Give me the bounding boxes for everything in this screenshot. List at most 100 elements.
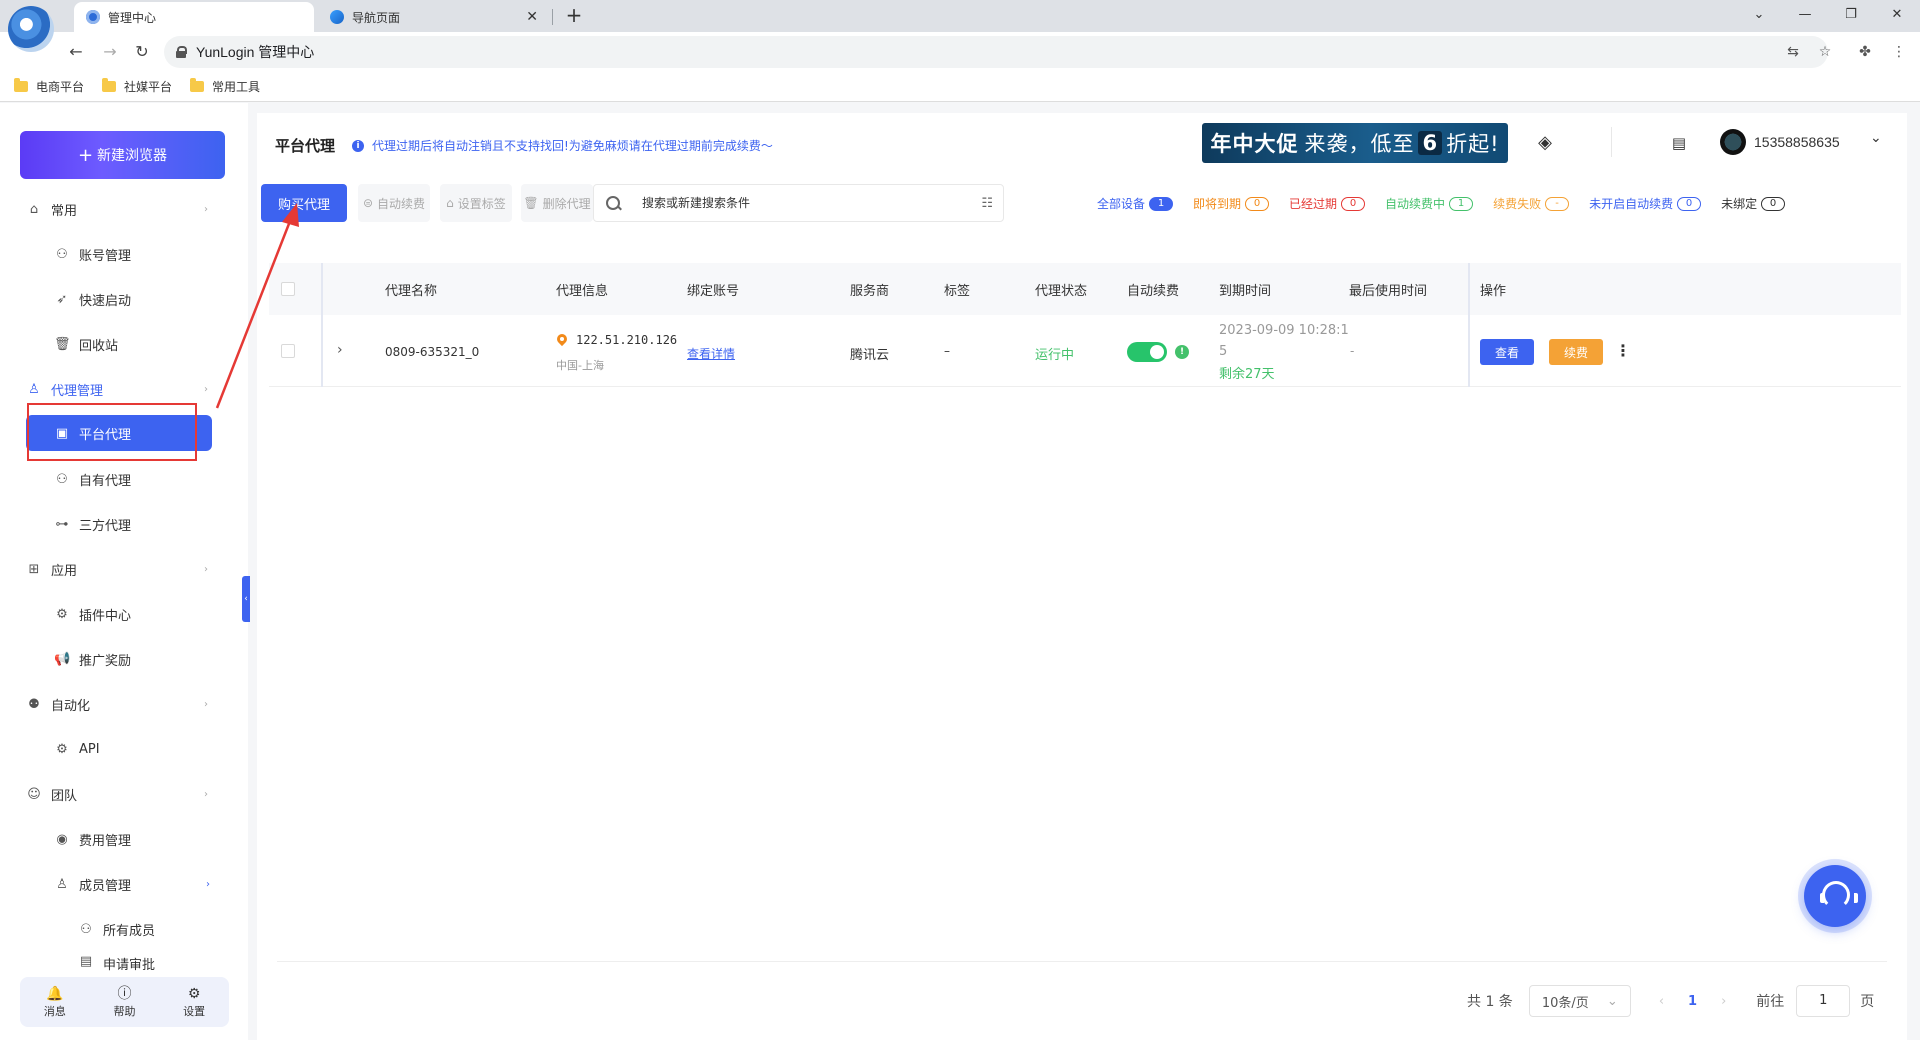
avatar[interactable] bbox=[1720, 129, 1746, 155]
prev-page-icon[interactable]: ‹ bbox=[1659, 994, 1664, 1009]
expand-row-chevron-icon[interactable]: › bbox=[337, 342, 343, 358]
sidebar-item-promotion-rewards[interactable]: 📢 推广奖励 bbox=[54, 639, 214, 679]
reload-button[interactable]: ↻ bbox=[130, 40, 154, 64]
proxy-region: 中国-上海 bbox=[556, 359, 604, 372]
sidebar-item-own-proxy[interactable]: ⚇ 自有代理 bbox=[54, 459, 214, 499]
plus-icon: + bbox=[77, 144, 94, 166]
delete-proxy-button[interactable]: 🗑 删除代理 bbox=[521, 184, 593, 222]
layers-icon[interactable]: ◈ bbox=[1534, 132, 1556, 154]
sidebar-item-label: 插件中心 bbox=[79, 608, 132, 624]
goto-page-input[interactable]: 1 bbox=[1796, 985, 1851, 1017]
table-row[interactable]: › 0809-635321_0 122.51.210.126 中国-上海 查看详… bbox=[269, 315, 1901, 387]
sidebar-item-label: 申请审批 bbox=[103, 958, 156, 973]
bell-icon: 🔔 bbox=[46, 986, 64, 1002]
filter-auto-renew-off[interactable]: 未开启自动续费 0 bbox=[1589, 195, 1702, 212]
sidebar-group-common[interactable]: ⌂ 常用 › bbox=[26, 189, 212, 229]
extensions-icon[interactable]: ✤ bbox=[1854, 41, 1876, 63]
browser-toolbar: ← → ↻ YunLogin 管理中心 ⇆ ☆ ✤ ⋮ bbox=[0, 32, 1920, 72]
gear-icon: ⚙ bbox=[187, 986, 201, 1002]
sidebar-item-approval[interactable]: ▤ 申请审批 bbox=[78, 954, 218, 976]
chevron-down-icon[interactable]: ⌄ bbox=[1870, 130, 1882, 146]
bookmark-folder[interactable]: 社媒平台 bbox=[102, 78, 172, 95]
new-tab-button[interactable]: + bbox=[562, 4, 586, 28]
renew-button[interactable]: 续费 bbox=[1549, 339, 1603, 365]
view-button[interactable]: 查看 bbox=[1480, 339, 1534, 365]
customer-support-icon[interactable] bbox=[1804, 865, 1866, 927]
current-page[interactable]: 1 bbox=[1688, 994, 1697, 1009]
translate-icon[interactable]: ⇆ bbox=[1782, 41, 1804, 63]
close-window-button[interactable]: ✕ bbox=[1874, 0, 1920, 30]
minimize-button[interactable]: — bbox=[1782, 0, 1828, 30]
filter-all-devices[interactable]: 全部设备 1 bbox=[1097, 195, 1174, 212]
tab-navigation-page[interactable]: 导航页面 ✕ bbox=[318, 2, 550, 32]
footer-label: 帮助 bbox=[113, 1005, 136, 1018]
help-button[interactable]: ⓘ 帮助 bbox=[99, 985, 149, 1019]
filter-label: 未开启自动续费 bbox=[1589, 197, 1674, 211]
filter-renew-failed[interactable]: 续费失败 - bbox=[1493, 195, 1570, 212]
row-checkbox[interactable] bbox=[281, 344, 295, 358]
bookmark-folder[interactable]: 常用工具 bbox=[190, 78, 260, 95]
next-page-icon[interactable]: › bbox=[1721, 994, 1726, 1009]
provider: 腾讯云 bbox=[850, 348, 890, 363]
browser-logo-icon bbox=[8, 6, 54, 52]
plugin-icon: ⚙ bbox=[56, 606, 68, 622]
tab-management-center[interactable]: 管理中心 bbox=[74, 2, 314, 32]
restore-button[interactable]: ❐ bbox=[1828, 0, 1874, 30]
promo-banner[interactable]: 年中大促 来袭，低至 6 折起! bbox=[1202, 123, 1508, 163]
bookmark-folder[interactable]: 电商平台 bbox=[14, 78, 84, 95]
buy-proxy-button[interactable]: 购买代理 bbox=[261, 184, 347, 222]
search-input[interactable] bbox=[642, 196, 962, 210]
sidebar-item-recycle-bin[interactable]: 🗑 回收站 bbox=[54, 324, 214, 364]
filter-auto-renewing[interactable]: 自动续费中 1 bbox=[1385, 195, 1474, 212]
bookmark-label: 常用工具 bbox=[212, 80, 261, 94]
filter-count-badge: 0 bbox=[1341, 196, 1366, 211]
address-bar[interactable]: YunLogin 管理中心 bbox=[164, 36, 1828, 68]
search-icon bbox=[604, 194, 622, 212]
filter-expired[interactable]: 已经过期 0 bbox=[1289, 195, 1366, 212]
view-account-link[interactable]: 查看详情 bbox=[687, 345, 735, 362]
sidebar-item-third-party-proxy[interactable]: ⊶ 三方代理 bbox=[54, 504, 214, 544]
auto-renew-toggle[interactable] bbox=[1127, 342, 1167, 362]
auto-renew-button[interactable]: ⊜ 自动续费 bbox=[358, 184, 430, 222]
settings-button[interactable]: ⚙ 设置 bbox=[169, 985, 219, 1019]
user-phone[interactable]: 15358858635 bbox=[1754, 134, 1840, 150]
tab-separator bbox=[552, 9, 553, 25]
sidebar-item-accounts[interactable]: ⚇ 账号管理 bbox=[54, 234, 214, 274]
document-icon[interactable]: ▤ bbox=[1668, 132, 1690, 154]
filter-unbound[interactable]: 未绑定 0 bbox=[1721, 195, 1786, 212]
column-separator bbox=[321, 315, 323, 387]
filter-expiring-soon[interactable]: 即将到期 0 bbox=[1193, 195, 1270, 212]
forward-button[interactable]: → bbox=[98, 40, 122, 64]
messages-button[interactable]: 🔔 消息 bbox=[30, 985, 80, 1019]
search-box[interactable]: ☷ bbox=[593, 184, 1004, 222]
sidebar: + 新建浏览器 ⌂ 常用 › ⚇ 账号管理 ➶ 快速启动 🗑 回收站 ♙ 代理管… bbox=[0, 103, 250, 1040]
sidebar-item-billing[interactable]: ◉ 费用管理 bbox=[54, 819, 214, 859]
sidebar-group-automation[interactable]: ⚉ 自动化 › bbox=[26, 684, 212, 724]
sidebar-item-api[interactable]: ⚙ API bbox=[54, 729, 214, 769]
column-header: 到期时间 bbox=[1219, 284, 1272, 299]
tab-close-icon[interactable]: ✕ bbox=[526, 9, 538, 25]
page-size-select[interactable]: 10条/页 ⌄ bbox=[1528, 985, 1631, 1017]
browser-menu-icon[interactable]: ⋮ bbox=[1888, 41, 1910, 63]
footer-label: 消息 bbox=[43, 1005, 66, 1018]
address-url: YunLogin 管理中心 bbox=[196, 44, 315, 60]
more-actions-icon[interactable]: ⋮ bbox=[1615, 341, 1631, 360]
back-button[interactable]: ← bbox=[64, 40, 88, 64]
sidebar-item-members[interactable]: ♙ 成员管理 › bbox=[54, 864, 214, 904]
new-browser-button[interactable]: + 新建浏览器 bbox=[20, 131, 225, 179]
column-header: 代理名称 bbox=[385, 284, 438, 299]
sidebar-item-quick-launch[interactable]: ➶ 快速启动 bbox=[54, 279, 214, 319]
set-tags-button[interactable]: ⌂ 设置标签 bbox=[440, 184, 512, 222]
sidebar-item-plugin-center[interactable]: ⚙ 插件中心 bbox=[54, 594, 214, 634]
sidebar-item-all-members[interactable]: ⚇ 所有成员 bbox=[78, 909, 218, 949]
tab-search-chevron-icon[interactable]: ⌄ bbox=[1736, 0, 1782, 30]
renew-icon: ⊜ bbox=[362, 196, 374, 210]
filter-count-badge: 1 bbox=[1449, 196, 1474, 211]
filter-list-icon[interactable]: ☷ bbox=[981, 196, 993, 211]
sidebar-item-label: 回收站 bbox=[79, 338, 119, 354]
sidebar-group-apps[interactable]: ⊞ 应用 › bbox=[26, 549, 212, 589]
sidebar-group-team[interactable]: ☺ 团队 › bbox=[26, 774, 212, 814]
select-all-checkbox[interactable] bbox=[281, 282, 295, 296]
sidebar-collapse-handle[interactable]: ‹ bbox=[242, 576, 250, 622]
bookmark-star-icon[interactable]: ☆ bbox=[1814, 41, 1836, 63]
